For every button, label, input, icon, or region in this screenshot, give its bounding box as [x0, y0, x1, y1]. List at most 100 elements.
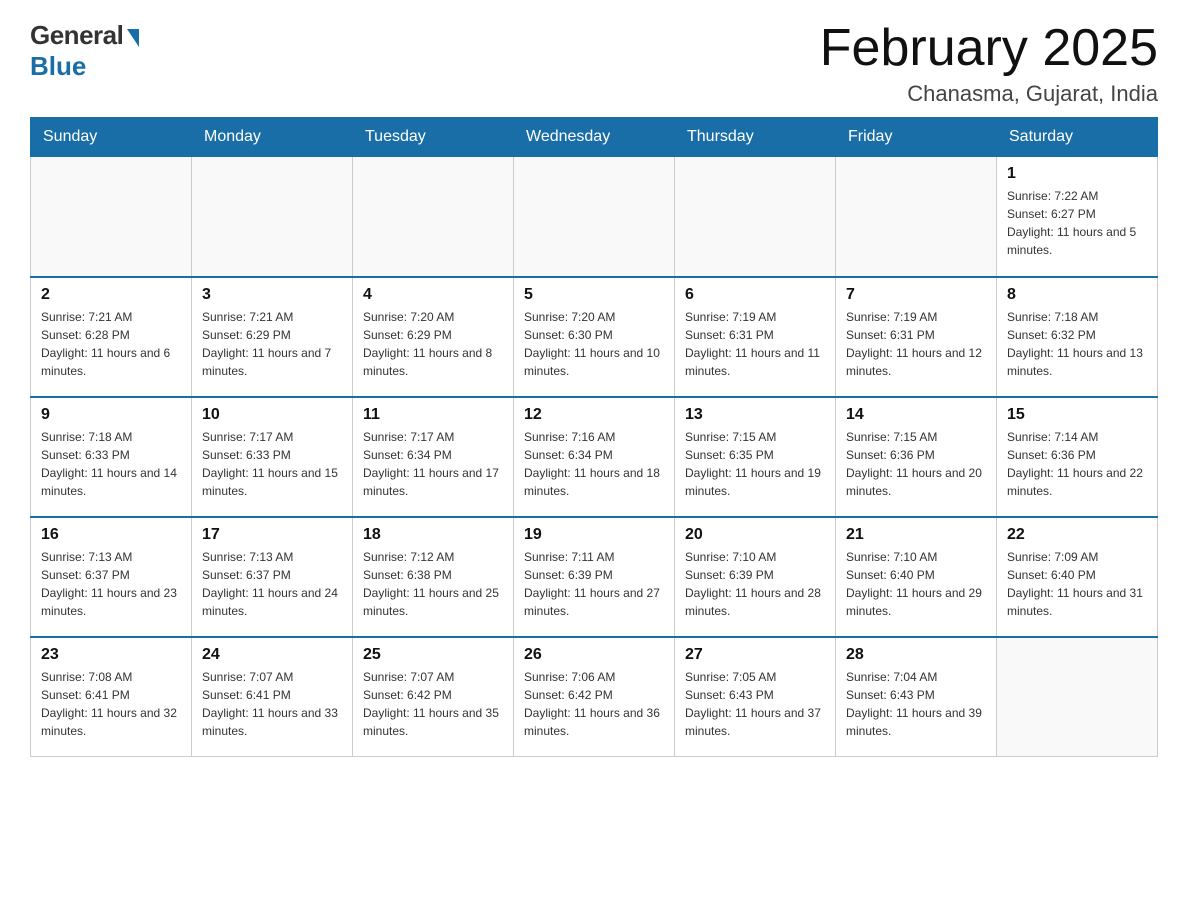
day-number: 21 [846, 526, 986, 544]
calendar-cell: 25 Sunrise: 7:07 AMSunset: 6:42 PMDayligh… [353, 637, 514, 757]
calendar-cell: 11Sunrise: 7:17 AMSunset: 6:34 PMDayligh… [353, 397, 514, 517]
day-info: Sunrise: 7:21 AMSunset: 6:28 PMDaylight:… [41, 308, 181, 380]
logo-arrow-icon [127, 29, 139, 47]
day-info: Sunrise: 7:06 AMSunset: 6:42 PMDaylight:… [524, 668, 664, 740]
day-number: 19 [524, 526, 664, 544]
month-year-title: February 2025 [820, 20, 1158, 77]
day-number: 25 [363, 646, 503, 664]
calendar-cell: 27 Sunrise: 7:05 AMSunset: 6:43 PMDayligh… [675, 637, 836, 757]
day-info: Sunrise: 7:17 AMSunset: 6:33 PMDaylight:… [202, 428, 342, 500]
calendar-cell: 6 Sunrise: 7:19 AMSunset: 6:31 PMDaylight… [675, 277, 836, 397]
calendar-cell: 20Sunrise: 7:10 AMSunset: 6:39 PMDayligh… [675, 517, 836, 637]
day-number: 17 [202, 526, 342, 544]
day-number: 1 [1007, 165, 1147, 183]
day-info: Sunrise: 7:07 AMSunset: 6:42 PMDaylight:… [363, 668, 503, 740]
calendar-cell: 8 Sunrise: 7:18 AMSunset: 6:32 PMDaylight… [997, 277, 1158, 397]
day-info: Sunrise: 7:20 AMSunset: 6:30 PMDaylight:… [524, 308, 664, 380]
day-number: 15 [1007, 406, 1147, 424]
col-wednesday: Wednesday [514, 118, 675, 157]
day-number: 24 [202, 646, 342, 664]
day-info: Sunrise: 7:15 AMSunset: 6:36 PMDaylight:… [846, 428, 986, 500]
calendar-cell: 5 Sunrise: 7:20 AMSunset: 6:30 PMDaylight… [514, 277, 675, 397]
calendar-cell: 21 Sunrise: 7:10 AMSunset: 6:40 PMDayligh… [836, 517, 997, 637]
calendar-cell: 24 Sunrise: 7:07 AMSunset: 6:41 PMDayligh… [192, 637, 353, 757]
day-number: 12 [524, 406, 664, 424]
day-number: 3 [202, 286, 342, 304]
col-monday: Monday [192, 118, 353, 157]
day-info: Sunrise: 7:17 AMSunset: 6:34 PMDaylight:… [363, 428, 503, 500]
calendar-cell: 7 Sunrise: 7:19 AMSunset: 6:31 PMDaylight… [836, 277, 997, 397]
calendar-cell: 12 Sunrise: 7:16 AMSunset: 6:34 PMDayligh… [514, 397, 675, 517]
week-row-3: 9 Sunrise: 7:18 AMSunset: 6:33 PMDaylight… [31, 397, 1158, 517]
calendar-cell: 22Sunrise: 7:09 AMSunset: 6:40 PMDayligh… [997, 517, 1158, 637]
col-friday: Friday [836, 118, 997, 157]
col-tuesday: Tuesday [353, 118, 514, 157]
calendar-cell [997, 637, 1158, 757]
day-number: 2 [41, 286, 181, 304]
day-info: Sunrise: 7:15 AMSunset: 6:35 PMDaylight:… [685, 428, 825, 500]
week-row-2: 2 Sunrise: 7:21 AMSunset: 6:28 PMDaylight… [31, 277, 1158, 397]
calendar-cell [836, 157, 997, 277]
col-sunday: Sunday [31, 118, 192, 157]
calendar-cell: 2 Sunrise: 7:21 AMSunset: 6:28 PMDaylight… [31, 277, 192, 397]
calendar-cell: 15 Sunrise: 7:14 AMSunset: 6:36 PMDayligh… [997, 397, 1158, 517]
day-info: Sunrise: 7:21 AMSunset: 6:29 PMDaylight:… [202, 308, 342, 380]
week-row-4: 16 Sunrise: 7:13 AMSunset: 6:37 PMDayligh… [31, 517, 1158, 637]
calendar-cell: 26 Sunrise: 7:06 AMSunset: 6:42 PMDayligh… [514, 637, 675, 757]
day-number: 26 [524, 646, 664, 664]
day-info: Sunrise: 7:18 AMSunset: 6:32 PMDaylight:… [1007, 308, 1147, 380]
day-number: 6 [685, 286, 825, 304]
logo-general-text: General [30, 20, 139, 51]
day-number: 13 [685, 406, 825, 424]
title-section: February 2025 Chanasma, Gujarat, India [820, 20, 1158, 107]
calendar-cell: 3 Sunrise: 7:21 AMSunset: 6:29 PMDaylight… [192, 277, 353, 397]
day-info: Sunrise: 7:18 AMSunset: 6:33 PMDaylight:… [41, 428, 181, 500]
calendar-header-row: Sunday Monday Tuesday Wednesday Thursday… [31, 118, 1158, 157]
day-info: Sunrise: 7:16 AMSunset: 6:34 PMDaylight:… [524, 428, 664, 500]
day-number: 5 [524, 286, 664, 304]
calendar-cell: 16 Sunrise: 7:13 AMSunset: 6:37 PMDayligh… [31, 517, 192, 637]
day-info: Sunrise: 7:12 AMSunset: 6:38 PMDaylight:… [363, 548, 503, 620]
day-number: 8 [1007, 286, 1147, 304]
day-number: 18 [363, 526, 503, 544]
week-row-1: 1 Sunrise: 7:22 AMSunset: 6:27 PMDaylight… [31, 157, 1158, 277]
calendar-cell: 1 Sunrise: 7:22 AMSunset: 6:27 PMDaylight… [997, 157, 1158, 277]
day-number: 28 [846, 646, 986, 664]
calendar-cell: 18 Sunrise: 7:12 AMSunset: 6:38 PMDayligh… [353, 517, 514, 637]
col-saturday: Saturday [997, 118, 1158, 157]
day-info: Sunrise: 7:14 AMSunset: 6:36 PMDaylight:… [1007, 428, 1147, 500]
day-info: Sunrise: 7:22 AMSunset: 6:27 PMDaylight:… [1007, 187, 1147, 259]
calendar-table: Sunday Monday Tuesday Wednesday Thursday… [30, 117, 1158, 757]
day-info: Sunrise: 7:13 AMSunset: 6:37 PMDaylight:… [202, 548, 342, 620]
day-info: Sunrise: 7:07 AMSunset: 6:41 PMDaylight:… [202, 668, 342, 740]
calendar-cell: 10 Sunrise: 7:17 AMSunset: 6:33 PMDayligh… [192, 397, 353, 517]
calendar-cell [353, 157, 514, 277]
calendar-cell: 17 Sunrise: 7:13 AMSunset: 6:37 PMDayligh… [192, 517, 353, 637]
calendar-cell: 13 Sunrise: 7:15 AMSunset: 6:35 PMDayligh… [675, 397, 836, 517]
logo: General Blue [30, 20, 139, 82]
day-number: 20 [685, 526, 825, 544]
day-number: 16 [41, 526, 181, 544]
calendar-cell: 4 Sunrise: 7:20 AMSunset: 6:29 PMDaylight… [353, 277, 514, 397]
calendar-cell [675, 157, 836, 277]
calendar-cell: 19Sunrise: 7:11 AMSunset: 6:39 PMDayligh… [514, 517, 675, 637]
day-info: Sunrise: 7:05 AMSunset: 6:43 PMDaylight:… [685, 668, 825, 740]
calendar-cell: 9 Sunrise: 7:18 AMSunset: 6:33 PMDaylight… [31, 397, 192, 517]
day-number: 7 [846, 286, 986, 304]
day-info: Sunrise: 7:19 AMSunset: 6:31 PMDaylight:… [846, 308, 986, 380]
day-info: Sunrise: 7:19 AMSunset: 6:31 PMDaylight:… [685, 308, 825, 380]
day-info: Sunrise: 7:10 AMSunset: 6:40 PMDaylight:… [846, 548, 986, 620]
day-number: 4 [363, 286, 503, 304]
col-thursday: Thursday [675, 118, 836, 157]
calendar-cell: 14Sunrise: 7:15 AMSunset: 6:36 PMDayligh… [836, 397, 997, 517]
day-number: 23 [41, 646, 181, 664]
location-subtitle: Chanasma, Gujarat, India [820, 81, 1158, 107]
day-info: Sunrise: 7:20 AMSunset: 6:29 PMDaylight:… [363, 308, 503, 380]
day-number: 27 [685, 646, 825, 664]
day-number: 9 [41, 406, 181, 424]
day-info: Sunrise: 7:09 AMSunset: 6:40 PMDaylight:… [1007, 548, 1147, 620]
day-info: Sunrise: 7:04 AMSunset: 6:43 PMDaylight:… [846, 668, 986, 740]
day-info: Sunrise: 7:13 AMSunset: 6:37 PMDaylight:… [41, 548, 181, 620]
day-number: 10 [202, 406, 342, 424]
calendar-cell: 23Sunrise: 7:08 AMSunset: 6:41 PMDayligh… [31, 637, 192, 757]
